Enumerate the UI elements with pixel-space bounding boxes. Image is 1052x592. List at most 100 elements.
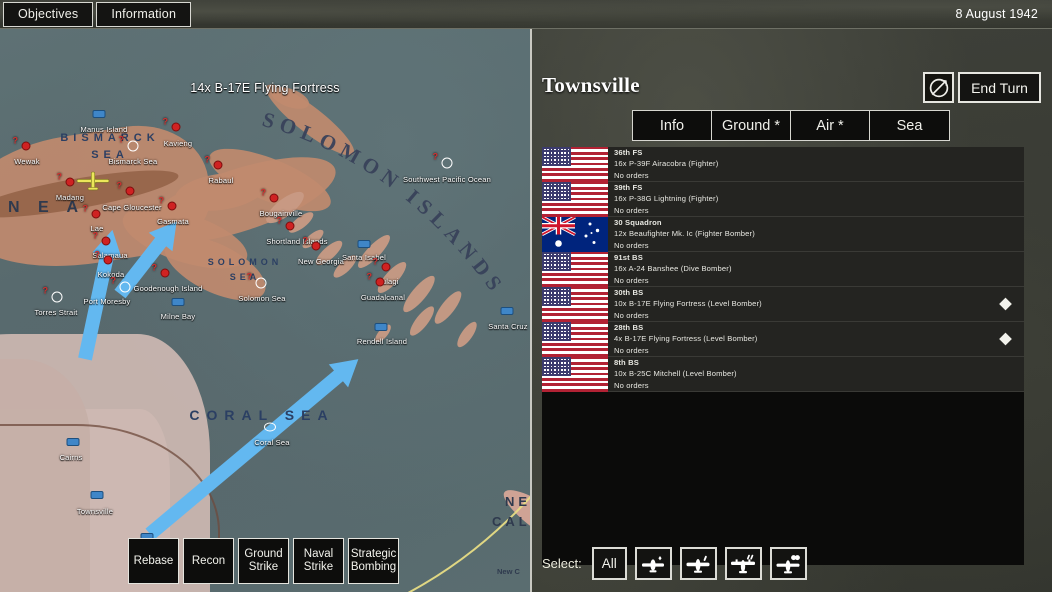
page-title: Townsville <box>542 73 640 98</box>
unit-composition: 12x Beaufighter Mk. Ic (Fighter Bomber) <box>614 228 755 239</box>
map-counter[interactable] <box>501 307 514 315</box>
map-counter[interactable] <box>172 298 185 306</box>
map-counter[interactable]: ? <box>161 269 170 278</box>
map-counter[interactable] <box>93 110 106 118</box>
unit-row[interactable]: 30 Squadron12x Beaufighter Mk. Ic (Fight… <box>542 217 1024 252</box>
place-label: Goodenough Island <box>134 284 203 293</box>
place-label: Santa Cruz <box>488 322 528 331</box>
place-label: Kavieng <box>164 139 193 148</box>
panel-tab-air[interactable]: Air * <box>791 111 870 140</box>
tab-information[interactable]: Information <box>96 2 191 27</box>
order-button-bar[interactable]: RebaseReconGround StrikeNaval StrikeStra… <box>128 538 399 584</box>
place-label: Townsville <box>77 507 113 516</box>
tab-objectives[interactable]: Objectives <box>3 2 93 27</box>
map-counter[interactable]: ? <box>126 187 135 196</box>
map-counter[interactable]: ? <box>442 158 453 169</box>
unit-row[interactable]: 28th BS4x B-17E Flying Fortress (Level B… <box>542 322 1024 357</box>
order-rebase[interactable]: Rebase <box>128 538 179 584</box>
filter-dive-bomber-icon[interactable] <box>770 547 807 580</box>
map-counter[interactable] <box>358 240 371 248</box>
unit-composition: 16x A-24 Banshee (Dive Bomber) <box>614 263 732 274</box>
filter-fighter-icon[interactable] <box>635 547 672 580</box>
unit-composition: 16x P-38G Lightning (Fighter) <box>614 193 718 204</box>
unit-row[interactable]: 8th BS10x B-25C Mitchell (Level Bomber)N… <box>542 357 1024 392</box>
panel-tab-sea[interactable]: Sea <box>870 111 949 140</box>
map-counter[interactable] <box>67 438 80 446</box>
map-counter[interactable]: ? <box>120 282 131 293</box>
unit-status: No orders <box>614 170 718 181</box>
map-counter[interactable]: ? <box>104 256 113 265</box>
end-turn-button[interactable]: End Turn <box>958 72 1041 103</box>
no-orders-icon[interactable] <box>923 72 954 103</box>
map-counter[interactable]: ? <box>22 142 31 151</box>
map-counter[interactable]: ? <box>270 194 279 203</box>
map-counter[interactable] <box>375 323 388 331</box>
place-label: Rendell Island <box>357 337 407 346</box>
select-all-button[interactable]: All <box>592 547 627 580</box>
map-counter[interactable]: ? <box>256 278 267 289</box>
unit-row[interactable]: 30th BS10x B-17E Flying Fortress (Level … <box>542 287 1024 322</box>
place-label: Rabaul <box>209 176 234 185</box>
unit-flag <box>542 182 608 217</box>
selected-aircraft-icon[interactable] <box>75 170 111 192</box>
sea-label: SOLOMON <box>208 257 283 267</box>
map-counter[interactable]: ? <box>128 141 139 152</box>
unit-row[interactable]: 91st BS16x A-24 Banshee (Dive Bomber)No … <box>542 252 1024 287</box>
place-label: Torres Strait <box>34 308 77 317</box>
circle-slash-icon <box>927 76 951 100</box>
place-label: Gasmata <box>157 217 189 226</box>
map-counter[interactable]: ? <box>102 237 111 246</box>
map-counter[interactable]: ? <box>168 202 177 211</box>
unit-composition: 10x B-17E Flying Fortress (Level Bomber) <box>614 298 762 309</box>
unit-name: 30th BS <box>614 287 762 298</box>
map-counter[interactable]: ? <box>312 242 321 251</box>
place-label: Wewak <box>14 157 39 166</box>
flag-australia <box>542 217 608 252</box>
unit-row[interactable]: 39th FS16x P-38G Lightning (Fighter)No o… <box>542 182 1024 217</box>
unit-details: 30th BS10x B-17E Flying Fortress (Level … <box>614 287 762 321</box>
map-view[interactable]: BISMARCKSEASOLOMONSEACORAL SEAN E ANECAL… <box>0 29 530 592</box>
filter-level-bomber-icon[interactable] <box>725 547 762 580</box>
unit-composition: 10x B-25C Mitchell (Level Bomber) <box>614 368 737 379</box>
order-recon[interactable]: Recon <box>183 538 234 584</box>
unit-status: No orders <box>614 205 718 216</box>
order-ground-strike[interactable]: Ground Strike <box>238 538 289 584</box>
unit-name: 8th BS <box>614 357 737 368</box>
map-counter[interactable]: ? <box>52 292 63 303</box>
map-counter[interactable]: ? <box>66 178 75 187</box>
unit-name: 39th FS <box>614 182 718 193</box>
unit-flag <box>542 217 608 252</box>
map-counter[interactable] <box>264 423 276 432</box>
place-label: Southwest Pacific Ocean <box>403 175 491 184</box>
top-bar: Objectives Information 8 August 1942 <box>0 0 1052 29</box>
unit-row[interactable]: 36th FS16x P-39F Airacobra (Fighter)No o… <box>542 147 1024 182</box>
panel-tab-info[interactable]: Info <box>633 111 712 140</box>
panel-tab-ground[interactable]: Ground * <box>712 111 791 140</box>
unit-status: No orders <box>614 275 732 286</box>
map-counter[interactable]: ? <box>382 263 391 272</box>
flag-united-states <box>542 287 608 322</box>
unit-details: 8th BS10x B-25C Mitchell (Level Bomber)N… <box>614 357 737 391</box>
flag-united-states <box>542 182 608 217</box>
flag-united-states <box>542 147 608 182</box>
map-counter[interactable]: ? <box>376 278 385 287</box>
sea-label: CORAL SEA <box>189 407 334 423</box>
selected-unit-title: 14x B-17E Flying Fortress <box>190 81 340 95</box>
map-counter[interactable]: ? <box>172 123 181 132</box>
unit-details: 28th BS4x B-17E Flying Fortress (Level B… <box>614 322 757 356</box>
map-counter[interactable]: ? <box>286 222 295 231</box>
region-label: CALED <box>492 514 530 529</box>
panel-tab-bar[interactable]: InfoGround *Air *Sea <box>632 110 950 141</box>
place-label: Cairns <box>60 453 83 462</box>
flag-united-states <box>542 322 608 357</box>
order-strategic-bombing[interactable]: Strategic Bombing <box>348 538 399 584</box>
map-counter[interactable]: ? <box>92 210 101 219</box>
map-counter[interactable]: ? <box>214 161 223 170</box>
unit-list[interactable]: 36th FS16x P-39F Airacobra (Fighter)No o… <box>542 147 1024 565</box>
select-filter-bar[interactable]: Select: All <box>542 547 807 580</box>
filter-fighter-bomber-icon[interactable] <box>680 547 717 580</box>
unit-details: 91st BS16x A-24 Banshee (Dive Bomber)No … <box>614 252 732 286</box>
unit-name: 36th FS <box>614 147 718 158</box>
order-naval-strike[interactable]: Naval Strike <box>293 538 344 584</box>
map-counter[interactable] <box>91 491 104 499</box>
